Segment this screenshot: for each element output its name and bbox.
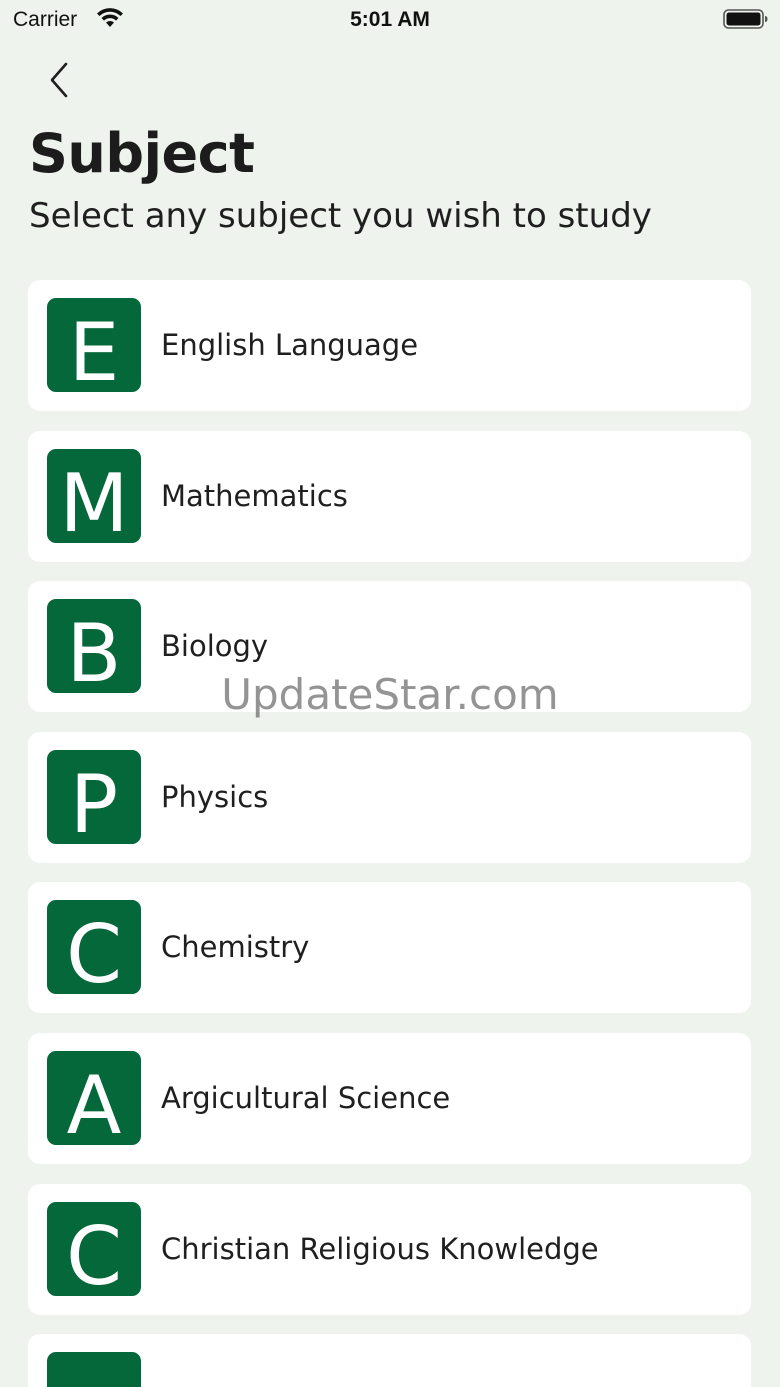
battery-icon [723,9,769,29]
status-bar: Carrier 5:01 AM [0,0,780,40]
subject-label: Chemistry [161,930,310,964]
subject-label: Mathematics [161,479,348,513]
status-time: 5:01 AM [350,8,430,31]
subject-avatar: A [47,1051,141,1145]
page-title: Subject [29,122,255,185]
subject-label: Physics [161,780,269,814]
back-button[interactable] [36,55,86,105]
subject-avatar: E [47,298,141,392]
subject-avatar [47,1352,141,1387]
subject-avatar: C [47,900,141,994]
subject-card-christian-religious-knowledge[interactable]: C Christian Religious Knowledge [28,1184,751,1315]
subject-avatar: M [47,449,141,543]
subject-avatar: P [47,750,141,844]
subject-label: Biology [161,629,269,663]
subject-card-biology[interactable]: B Biology [28,581,751,712]
subject-card-english-language[interactable]: E English Language [28,280,751,411]
subject-label: English Language [161,328,419,362]
subject-avatar: C [47,1202,141,1296]
subject-card-physics[interactable]: P Physics [28,732,751,863]
subject-card-mathematics[interactable]: M Mathematics [28,431,751,562]
subject-avatar: B [47,599,141,693]
page-subtitle: Select any subject you wish to study [29,196,652,236]
subject-card-partial[interactable] [28,1334,751,1387]
subject-card-chemistry[interactable]: C Chemistry [28,882,751,1013]
subject-label: Christian Religious Knowledge [161,1232,599,1266]
subject-label: Argicultural Science [161,1081,451,1115]
chevron-left-icon [50,62,68,98]
subject-card-agricultural-science[interactable]: A Argicultural Science [28,1033,751,1164]
